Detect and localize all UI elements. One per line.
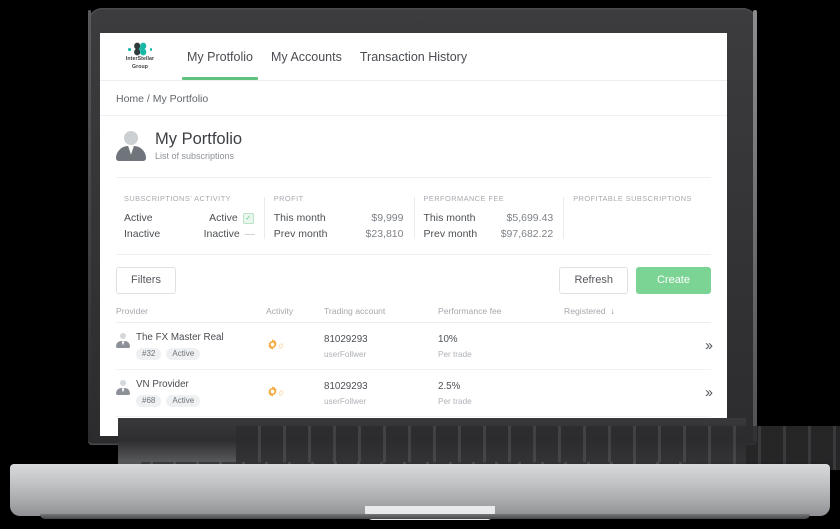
stat-row-this-month: This month $5,699.43	[424, 210, 554, 226]
double-chevron-right-icon[interactable]: ››	[705, 384, 713, 401]
provider-name: VN Provider	[136, 379, 189, 391]
stat-row-this-month: This month $9,999	[274, 210, 404, 226]
table-toolbar: Filters Refresh Create	[100, 255, 727, 306]
gear-icon	[266, 338, 292, 354]
stat-row-inactive: Inactive Inactive —	[124, 226, 255, 242]
column-header-registered-label: Registered	[564, 306, 606, 317]
account-role: userFollwer	[324, 396, 367, 406]
stat-label: Prev month	[273, 228, 328, 241]
cell-performance-fee: 10% Per trade	[438, 334, 564, 359]
fee-basis: Per trade	[438, 349, 472, 359]
cell-activity	[266, 385, 324, 401]
stat-profit: PROFIT This month $9,999 Prev month $23,…	[263, 194, 414, 242]
brand-name-line1: InterStellar	[125, 56, 155, 63]
provider-name: The FX Master Real	[136, 332, 224, 344]
nav-tab-my-accounts[interactable]: My Accounts	[262, 33, 351, 80]
check-icon: ✓	[242, 212, 254, 224]
nav-tab-list: My Protfolio My Accounts Transaction His…	[178, 33, 476, 80]
dash-icon: —	[244, 228, 255, 240]
stat-row-prev-month: Prev month $23,810	[274, 226, 404, 242]
breadcrumb[interactable]: Home / My Portfolio	[100, 81, 727, 116]
subscriptions-table: Provider Activity Trading account Perfor…	[116, 306, 713, 436]
status-badge: Active	[166, 347, 201, 361]
provider-avatar-icon	[116, 333, 130, 349]
column-header-registered[interactable]: Registered ↓	[564, 306, 671, 316]
stat-value: $5,699.43	[506, 212, 554, 225]
stat-title: PROFIT	[273, 194, 304, 204]
fee-value: 2.5%	[438, 381, 461, 393]
create-button[interactable]: Create	[635, 267, 711, 295]
browser-screen: InterStellar Group My Protfolio My Accou…	[100, 33, 727, 436]
webcam-icon	[419, 21, 423, 25]
double-chevron-right-icon[interactable]: ››	[705, 337, 713, 354]
interstellar-logo-icon	[128, 42, 152, 56]
stats-panel: SUBSCRIPTIONS' ACTIVITY Active Active ✓ …	[114, 188, 713, 248]
stat-profitable-subscriptions: PROFITABLE SUBSCRIPTIONS	[563, 194, 713, 242]
stat-row-active: Active Active ✓	[124, 210, 254, 226]
stat-title: PROFITABLE SUBSCRIPTIONS	[573, 194, 692, 204]
refresh-button[interactable]: Refresh	[559, 267, 628, 295]
header-divider	[116, 177, 711, 179]
page-title: My Portfolio	[155, 130, 243, 148]
laptop-lid-right-edge	[753, 10, 757, 442]
page-subtitle: List of subscriptions	[155, 151, 235, 162]
stat-label: This month	[423, 212, 476, 225]
stat-performance-fee: PERFORMANCE FEE This month $5,699.43 Pre…	[413, 194, 564, 242]
column-header-trading-account[interactable]: Trading account	[324, 306, 438, 316]
cell-provider: VN Provider #68 Active	[116, 379, 266, 408]
laptop-lid-left-edge	[88, 10, 91, 442]
stat-value: Inactive	[203, 228, 240, 241]
stat-subscriptions-activity: SUBSCRIPTIONS' ACTIVITY Active Active ✓ …	[114, 194, 264, 242]
stat-value: $9,999	[371, 212, 404, 225]
table-row[interactable]: VN Provider #68 Active 81029293 userFoll…	[116, 370, 713, 418]
provider-avatar-icon	[116, 380, 130, 396]
column-header-provider[interactable]: Provider	[116, 306, 266, 316]
cell-trading-account: 81029293 userFollwer	[324, 381, 438, 406]
column-header-activity[interactable]: Activity	[266, 306, 324, 316]
nav-tab-transaction-history[interactable]: Transaction History	[351, 33, 476, 80]
stat-label: Active	[124, 212, 153, 225]
provider-id-badge: #32	[136, 347, 162, 361]
column-header-performance-fee[interactable]: Performance fee	[438, 306, 564, 316]
table-header-row: Provider Activity Trading account Perfor…	[116, 306, 711, 324]
account-role: userFollwer	[324, 349, 367, 359]
stat-title: PERFORMANCE FEE	[423, 194, 505, 204]
fee-basis: Per trade	[438, 396, 472, 406]
stat-label: This month	[273, 212, 326, 225]
screenshot-stage: InterStellar Group My Protfolio My Accou…	[0, 0, 840, 529]
laptop-base-foot	[40, 514, 810, 519]
status-badge: Active	[166, 394, 201, 408]
cell-provider: The FX Master Real #32 Active	[116, 332, 266, 361]
provider-id-badge: #68	[136, 394, 162, 408]
laptop-base	[10, 418, 840, 520]
table-row[interactable]: The FX Master Real #32 Active 81029293 u…	[116, 323, 713, 371]
account-number: 81029293	[324, 381, 368, 393]
page-header: My Portfolio List of subscriptions	[100, 116, 727, 169]
gear-icon	[266, 385, 292, 401]
stat-title: SUBSCRIPTIONS' ACTIVITY	[124, 194, 232, 204]
stat-value: $23,810	[365, 228, 404, 241]
cell-performance-fee: 2.5% Per trade	[438, 381, 564, 406]
stat-row-prev-month: Prev month $97,682.22	[424, 226, 554, 242]
row-expand-button[interactable]: ››	[671, 384, 713, 402]
row-expand-button[interactable]: ››	[671, 337, 713, 355]
fee-value: 10%	[438, 333, 458, 345]
brand-logo[interactable]: InterStellar Group	[114, 42, 166, 70]
nav-tab-my-portfolio[interactable]: My Protfolio	[178, 33, 262, 80]
cell-activity	[266, 338, 324, 354]
account-number: 81029293	[324, 333, 368, 345]
stat-value: $97,682.22	[500, 228, 554, 241]
stat-value: Active	[209, 212, 238, 225]
stat-label: Inactive	[124, 228, 161, 241]
top-navigation-bar: InterStellar Group My Protfolio My Accou…	[100, 33, 727, 81]
filters-button[interactable]: Filters	[116, 267, 176, 295]
stat-label: Prev month	[423, 228, 478, 241]
cell-trading-account: 81029293 userFollwer	[324, 334, 438, 359]
brand-name-line2: Group	[131, 63, 149, 70]
arrow-down-icon[interactable]: ↓	[611, 306, 615, 316]
user-avatar-icon	[116, 130, 146, 161]
